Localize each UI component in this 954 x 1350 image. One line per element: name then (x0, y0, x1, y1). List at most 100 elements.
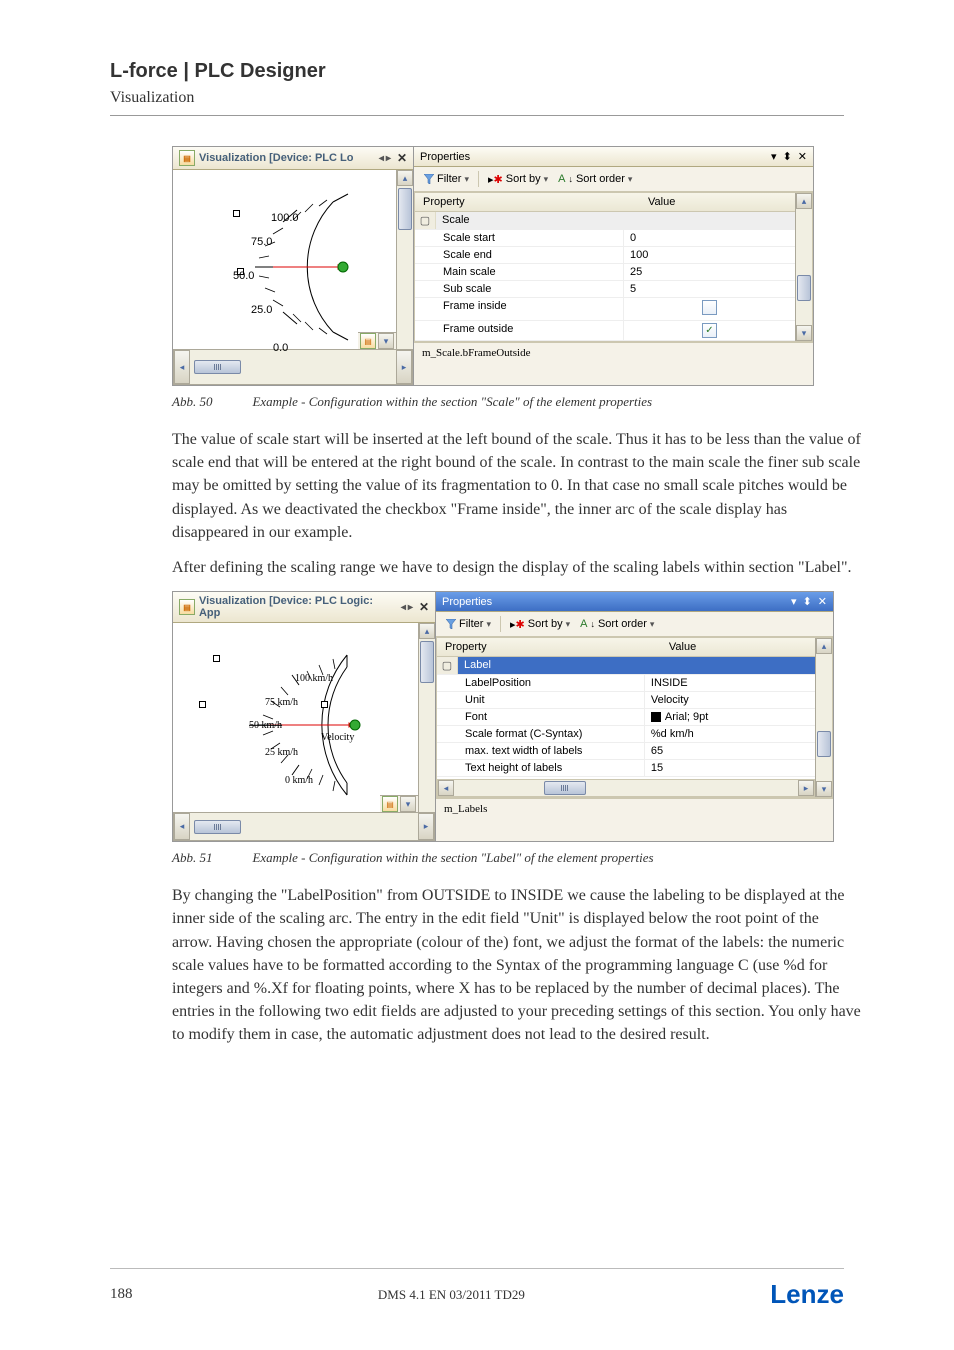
scroll-right-button[interactable]: ▸ (418, 813, 434, 840)
scroll-left-button[interactable]: ◂ (174, 813, 190, 840)
gauge-tick-label: 100.0 (271, 212, 299, 224)
close-icon[interactable]: ✕ (798, 150, 807, 163)
scroll-left-button[interactable]: ◂ (174, 350, 190, 384)
property-group-label[interactable]: ▢ Label (437, 657, 815, 675)
selection-handle[interactable] (321, 701, 328, 708)
gauge-canvas[interactable]: 100 km/h 75 km/h 50 km/h 25 km/h 0 km/h … (173, 623, 418, 812)
horizontal-scrollbar[interactable]: ◂ ▸ (173, 349, 413, 385)
gauge-tick-label: 25 km/h (265, 747, 298, 758)
selection-handle[interactable] (213, 655, 220, 662)
collapse-icon[interactable]: ▢ (415, 212, 436, 229)
horizontal-scrollbar[interactable]: ◂ ▸ (173, 812, 435, 841)
scroll-up-button[interactable]: ▴ (796, 193, 812, 209)
scroll-down-button[interactable]: ▾ (816, 781, 832, 797)
tab-next-icon[interactable]: ▸ (386, 153, 391, 164)
sort-icon: ▸✱ (488, 173, 503, 186)
sheet-icon[interactable]: ▤ (382, 796, 398, 812)
checkbox-frame-outside[interactable] (702, 323, 717, 338)
properties-grid: Property Value ▢ Scale Scale start0 Scal… (414, 192, 813, 342)
filter-button[interactable]: Filter ▾ (442, 618, 495, 630)
selection-handle[interactable] (233, 210, 240, 217)
sort-by-button[interactable]: ▸✱ Sort by ▾ (506, 618, 574, 631)
value-cell[interactable]: 100 (624, 247, 795, 263)
sort-by-button[interactable]: ▸✱ Sort by ▾ (484, 173, 552, 186)
grid-vertical-scrollbar[interactable]: ▴ ▾ (815, 638, 832, 797)
property-row: UnitVelocity (437, 692, 815, 709)
gauge-tick-label: 75.0 (251, 236, 272, 248)
collapse-icon[interactable]: ▢ (437, 657, 458, 674)
font-color-swatch (651, 712, 661, 722)
pin-icon[interactable]: ⬍ (803, 595, 812, 608)
dropdown-icon[interactable]: ▾ (791, 595, 797, 608)
dropdown-icon[interactable]: ▾ (771, 150, 777, 163)
value-cell[interactable]: 25 (624, 264, 795, 280)
visualization-tab[interactable]: ▤ Visualization [Device: PLC Logic: App … (173, 592, 435, 623)
value-cell[interactable]: 65 (645, 743, 815, 759)
sort-icon: ▸✱ (510, 618, 525, 631)
checkbox-frame-inside[interactable] (702, 300, 717, 315)
figure-caption-1: Abb. 50 Example - Configuration within t… (172, 394, 812, 410)
column-header-property[interactable]: Property (415, 193, 640, 211)
scroll-thumb[interactable] (544, 781, 586, 795)
vertical-scrollbar[interactable]: ▴ (418, 623, 435, 812)
filter-button[interactable]: Filter ▾ (420, 173, 473, 185)
scroll-up-button[interactable]: ▴ (816, 638, 832, 654)
property-row: LabelPositionINSIDE (437, 675, 815, 692)
visualization-tab[interactable]: ▤ Visualization [Device: PLC Lo ◂ ▸ ✕ (173, 147, 413, 170)
column-header-property[interactable]: Property (437, 638, 661, 656)
selection-handle[interactable] (199, 701, 206, 708)
grid-vertical-scrollbar[interactable]: ▴ ▾ (795, 193, 812, 341)
value-cell[interactable]: Arial; 9pt (645, 709, 815, 725)
tab-close-icon[interactable]: ✕ (397, 151, 407, 165)
sort-order-button[interactable]: A↓ Sort order ▾ (554, 173, 636, 185)
scroll-up-button[interactable]: ▴ (397, 170, 413, 186)
properties-toolbar: Filter ▾ ▸✱ Sort by ▾ A↓ Sort order ▾ (436, 612, 833, 637)
value-cell[interactable] (624, 321, 795, 340)
header-subtitle: Visualization (110, 89, 844, 107)
screenshot-label: ▤ Visualization [Device: PLC Logic: App … (172, 591, 834, 842)
scroll-thumb[interactable] (398, 188, 412, 230)
value-cell[interactable]: 0 (624, 230, 795, 246)
property-row: Sub scale5 (415, 281, 795, 298)
grid-horizontal-scrollbar[interactable]: ◂ ▸ (437, 779, 815, 797)
property-description: m_Labels (436, 798, 833, 841)
vertical-scrollbar[interactable]: ▴ (396, 170, 413, 349)
value-cell[interactable]: INSIDE (645, 675, 815, 691)
tab-next-icon[interactable]: ▸ (408, 602, 413, 613)
scroll-down-button[interactable]: ▾ (796, 325, 812, 341)
value-cell[interactable] (624, 298, 795, 320)
column-header-value[interactable]: Value (661, 638, 704, 656)
tab-prev-icon[interactable]: ◂ (379, 153, 384, 164)
property-group-scale[interactable]: ▢ Scale (415, 212, 795, 230)
column-header-value[interactable]: Value (640, 193, 683, 211)
value-cell[interactable]: 15 (645, 760, 815, 776)
sort-order-button[interactable]: A↓ Sort order ▾ (576, 618, 658, 630)
scroll-down-button[interactable]: ▾ (400, 796, 416, 812)
scroll-right-button[interactable]: ▸ (798, 780, 814, 796)
tab-title: Visualization [Device: PLC Logic: App (199, 595, 397, 619)
tab-prev-icon[interactable]: ◂ (401, 602, 406, 613)
figure-caption-2: Abb. 51 Example - Configuration within t… (172, 850, 812, 866)
scroll-left-button[interactable]: ◂ (438, 780, 454, 796)
screenshot-scale: ▤ Visualization [Device: PLC Lo ◂ ▸ ✕ (172, 146, 814, 386)
sheet-icon[interactable]: ▤ (360, 333, 376, 349)
value-cell[interactable]: %d km/h (645, 726, 815, 742)
scroll-thumb[interactable] (194, 820, 241, 834)
document-id: DMS 4.1 EN 03/2011 TD29 (378, 1287, 525, 1303)
close-icon[interactable]: ✕ (818, 595, 827, 608)
tab-title: Visualization [Device: PLC Lo (199, 152, 353, 164)
scroll-thumb[interactable] (194, 360, 241, 374)
value-cell[interactable]: Velocity (645, 692, 815, 708)
scroll-up-button[interactable]: ▴ (419, 623, 435, 639)
value-cell[interactable]: 5 (624, 281, 795, 297)
scroll-thumb[interactable] (797, 275, 811, 301)
scroll-down-button[interactable]: ▾ (378, 333, 394, 349)
tab-close-icon[interactable]: ✕ (419, 600, 429, 614)
scroll-thumb[interactable] (817, 731, 831, 757)
pin-icon[interactable]: ⬍ (783, 150, 792, 163)
gauge-canvas[interactable]: 100.0 75.0 50.0 25.0 0.0 ▤ ▾ (173, 170, 396, 349)
properties-grid: Property Value ▢ Label LabelPositionINSI… (436, 637, 833, 798)
properties-panel: Properties ▾ ⬍ ✕ Filter ▾ ▸✱ Sort by ▾ (436, 592, 833, 841)
scroll-thumb[interactable] (420, 641, 434, 683)
scroll-right-button[interactable]: ▸ (396, 350, 412, 384)
